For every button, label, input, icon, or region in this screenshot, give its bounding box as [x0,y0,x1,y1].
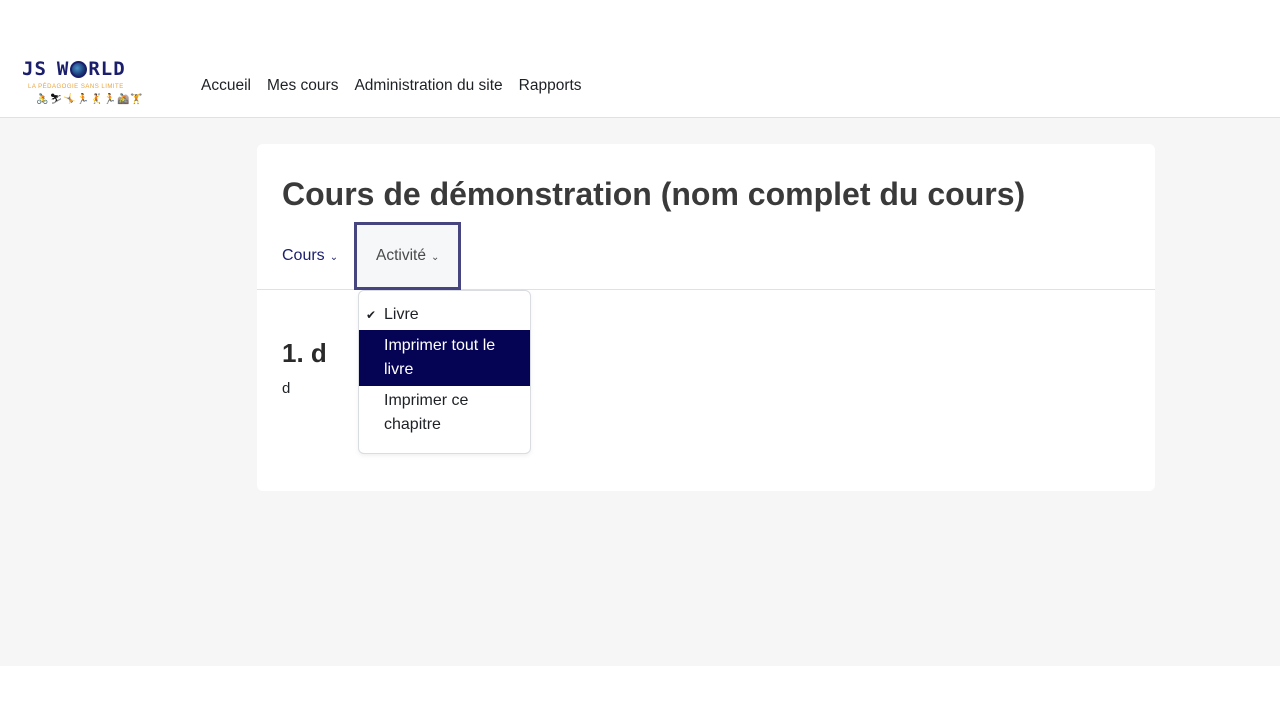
nav-administration-du-site[interactable]: Administration du site [346,72,510,100]
dropdown-item-imprimer-tout-le-livre[interactable]: Imprimer tout le livre [359,330,530,386]
logo-word-right: RLD [88,58,126,80]
chevron-down-icon: ⌄ [430,251,440,263]
sports-figures-icon: 🚴⛷🤸🏃🤾🏃🚵🏋 [36,94,144,105]
top-navbar: JS W RLD LA PÉDAGOGIE SANS LIMITE 🚴⛷🤸🏃🤾🏃… [0,0,1280,118]
logo-word-left: JS [22,58,47,80]
dropdown-item-imprimer-ce-chapitre[interactable]: Imprimer ce chapitre [359,386,530,440]
section-heading: 1. d [282,338,327,368]
nav-mes-cours[interactable]: Mes cours [259,72,347,100]
dropdown-item-label: Imprimer tout le livre [384,337,496,378]
site-logo[interactable]: JS W RLD LA PÉDAGOGIE SANS LIMITE 🚴⛷🤸🏃🤾🏃… [22,58,154,114]
cours-menu-label: Cours [282,247,325,264]
nav-rapports[interactable]: Rapports [511,72,590,100]
nav-accueil[interactable]: Accueil [193,72,259,100]
logo-word-mid: W [56,58,70,80]
globe-icon [70,60,88,78]
dropdown-item-label: Livre [384,306,419,323]
dropdown-item-livre[interactable]: ✔ Livre [359,300,530,330]
logo-tagline: LA PÉDAGOGIE SANS LIMITE [28,84,124,90]
dropdown-item-label: Imprimer ce chapitre [384,392,469,433]
chevron-down-icon: ⌄ [329,251,339,263]
check-icon: ✔ [366,308,377,322]
cours-menu-button[interactable]: Cours ⌄ [282,222,338,290]
logo-wordmark: JS W RLD [22,58,126,80]
secondary-navigation: Cours ⌄ Activité ⌄ [257,222,1155,290]
primary-navigation: Accueil Mes cours Administration du site… [193,72,590,100]
activite-dropdown-menu: ✔ Livre Imprimer tout le livre Imprimer … [358,290,531,454]
activite-menu-button[interactable]: Activité ⌄ [354,222,461,290]
section-text: d [282,380,291,397]
activite-menu-label: Activité [376,247,426,264]
course-title: Cours de démonstration (nom complet du c… [282,176,1026,212]
